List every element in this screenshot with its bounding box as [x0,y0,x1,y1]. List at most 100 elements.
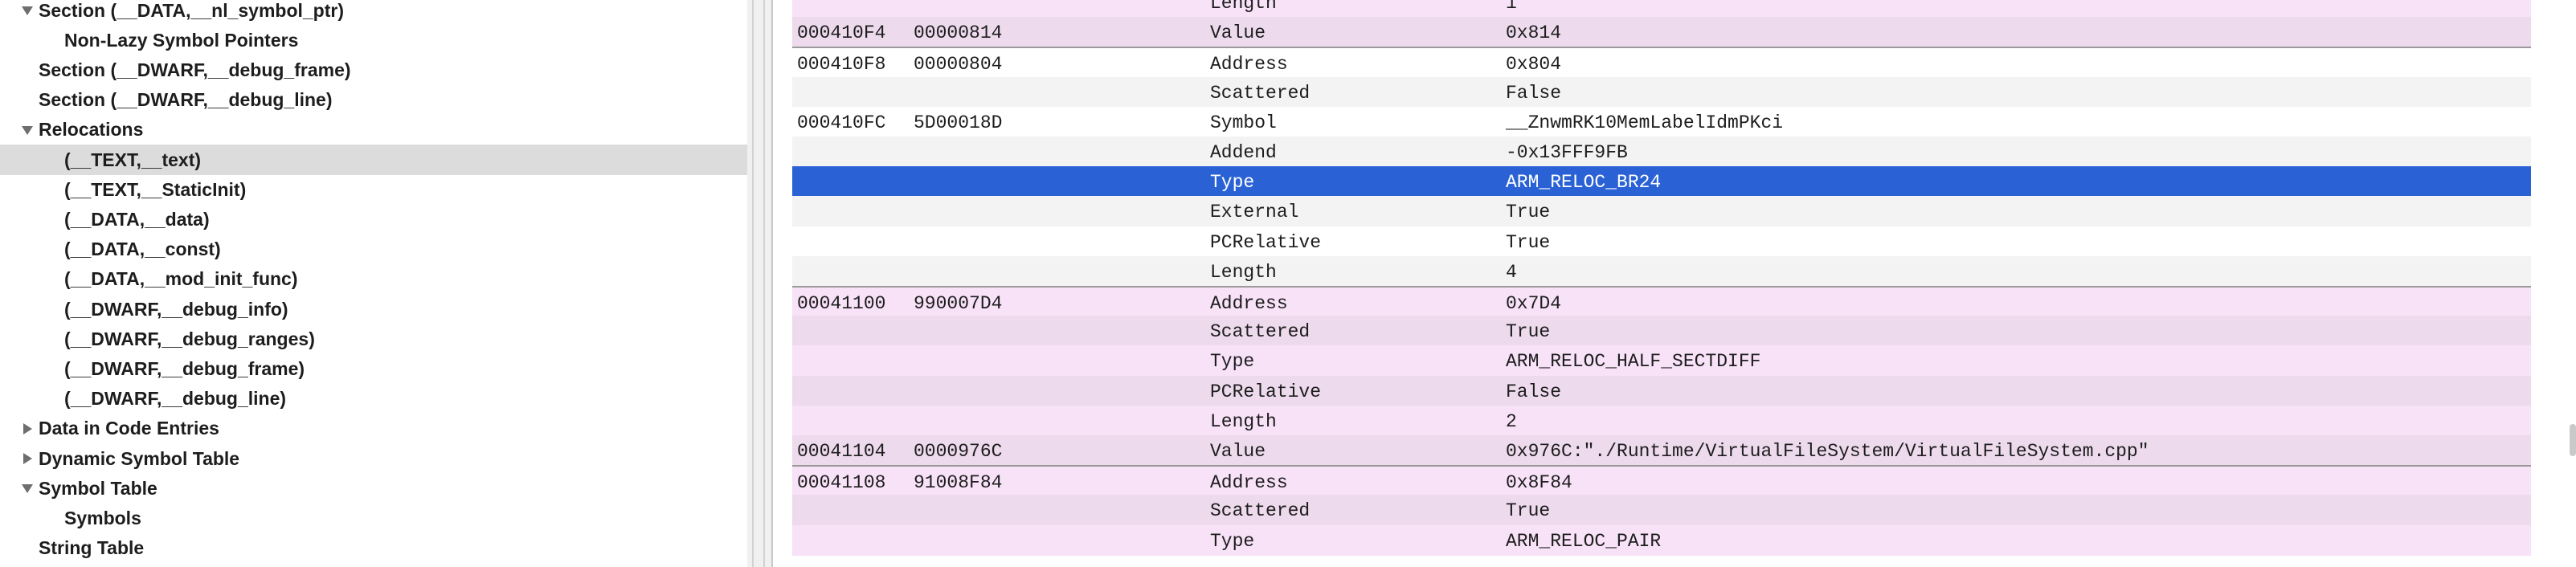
tree-item-label: Section (__DWARF,__debug_line) [39,89,333,111]
tree-item[interactable]: (__DATA,__mod_init_func) [0,264,747,295]
value-cell: 4 [1506,261,1517,283]
value-cell: False [1506,381,1562,402]
description-cell: Length [1210,410,1277,432]
offset-cell: 000410FC [797,112,886,133]
table-row[interactable]: Scattered True [792,495,2533,526]
disclosure-collapsed-icon[interactable] [19,451,35,467]
value-cell: False [1506,82,1562,104]
table-row[interactable]: Type ARM_RELOC_HALF_SECTDIFF [792,345,2533,377]
data-cell: 00000814 [914,22,1003,44]
tree-item-label: Section (__DWARF,__debug_frame) [39,59,351,80]
tree-item[interactable]: (__DATA,__const) [0,235,747,265]
outline-tree[interactable]: Section (__DATA,__nl_symbol_ptr) Non-Lazy… [0,0,747,567]
table-row[interactable]: Type ARM_RELOC_BR24 [792,166,2533,198]
value-cell: 0x8F84 [1506,472,1572,494]
tree-item-label: (__DWARF,__debug_line) [64,388,287,410]
tree-item[interactable]: (__DATA,__data) [0,204,747,235]
description-cell: Type [1210,530,1255,552]
tree-item-label: (__TEXT,__StaticInit) [64,178,247,200]
data-cell: 5D00018D [914,112,1003,133]
tree-item-label: Symbol Table [39,477,157,499]
description-cell: Addend [1210,142,1277,163]
table-row[interactable]: 000410FC 5D00018D Symbol __ZnwmRK10MemLabel… [792,106,2533,137]
description-cell: Address [1210,293,1288,314]
table-row[interactable]: Length 4 [792,255,2533,287]
disclosure-expanded-icon[interactable] [19,480,35,496]
data-cell: 0000976C [914,441,1003,462]
table-row[interactable]: Scattered False [792,76,2533,108]
description-cell: Type [1210,172,1255,194]
splitter-line [752,0,754,567]
tree-item[interactable]: (__DWARF,__debug_frame) [0,353,747,384]
value-cell: 0x814 [1506,22,1562,44]
tree-item-label: (__DATA,__data) [64,208,210,230]
table-row[interactable]: 00041100 990007D4 Address 0x7D4 [792,286,2533,318]
table-row[interactable]: PCRelative True [792,226,2533,257]
disclosure-expanded-icon[interactable] [19,122,35,138]
table-row[interactable]: External True [792,196,2533,227]
tree-item[interactable]: Data in Code Entries [0,414,747,444]
value-cell: 0x976C:"./Runtime/VirtualFileSystem/Virt… [1506,441,2149,462]
description-cell: Value [1210,22,1266,44]
description-cell: Scattered [1210,500,1310,522]
tree-item[interactable]: (__DWARF,__debug_line) [0,384,747,414]
tree-item-label: Dynamic Symbol Table [39,447,240,469]
tree-item[interactable]: (__TEXT,__text) [0,145,747,175]
tree-item[interactable]: Section (__DWARF,__debug_frame) [0,55,747,85]
value-cell: ARM_RELOC_PAIR [1506,530,1662,552]
tree-item[interactable]: (__TEXT,__StaticInit) [0,174,747,205]
tree-item[interactable]: Section (__DATA,__nl_symbol_ptr) [0,0,747,26]
table-row[interactable]: 000410F8 00000804 Address 0x804 [792,47,2533,80]
value-cell: 1 [1506,0,1517,14]
disclosure-collapsed-icon[interactable] [19,421,35,437]
table-row[interactable]: Length 2 [792,405,2533,436]
tree-item-label: (__TEXT,__text) [64,149,202,170]
tree-item[interactable]: (__DWARF,__debug_ranges) [0,324,747,354]
tree-item-label: (__DWARF,__debug_frame) [64,357,305,379]
data-cell: 00000804 [914,54,1003,75]
tree-item[interactable]: Relocations [0,115,747,145]
table-row[interactable]: Type ARM_RELOC_PAIR [792,524,2533,556]
scrollbar-thumb[interactable] [2570,424,2576,456]
table-row[interactable]: PCRelative False [792,375,2533,406]
offset-cell: 000410F8 [797,54,886,75]
tree-item-label: (__DATA,__const) [64,239,221,260]
table-row[interactable]: 00041108 91008F84 Address 0x8F84 [792,465,2533,498]
description-cell: Type [1210,351,1255,373]
table-row[interactable]: Length 1 [792,0,2533,18]
value-cell: __ZnwmRK10MemLabelIdmPKci [1506,112,1784,133]
description-cell: External [1210,202,1299,223]
tree-item-label: Relocations [39,119,144,141]
tree-item[interactable]: Non-Lazy Symbol Pointers [0,25,747,55]
tree-item-label: String Table [39,537,145,559]
table-row[interactable]: 00041104 0000976C Value 0x976C:"./Runtime/V… [792,435,2533,466]
pane-splitter[interactable] [747,0,771,567]
tree-item[interactable]: Symbol Table [0,473,747,504]
tree-item[interactable]: Dynamic Symbol Table [0,443,747,474]
value-cell: 0x7D4 [1506,293,1562,314]
tree-item-label: (__DWARF,__debug_info) [64,298,288,320]
description-cell: Symbol [1210,112,1277,133]
splitter-line [763,0,765,567]
value-cell: 0x804 [1506,54,1562,75]
value-cell: ARM_RELOC_HALF_SECTDIFF [1506,351,1761,373]
description-cell: Length [1210,0,1277,14]
description-cell: Address [1210,54,1288,75]
value-cell: -0x13FFF9FB [1506,142,1628,163]
tree-item[interactable]: String Table [0,533,747,564]
value-cell: True [1506,231,1551,253]
relocations-table[interactable]: Length 1 000410F4 00000814 Value 0x814 000410F… [771,0,2533,567]
table-row[interactable]: Scattered True [792,316,2533,347]
data-cell: 91008F84 [914,472,1003,494]
tree-item-label: Symbols [64,507,141,528]
scroll-gutter[interactable] [2531,0,2576,567]
tree-item[interactable]: Symbols [0,503,747,533]
disclosure-expanded-icon[interactable] [19,2,35,18]
tree-item[interactable]: Section (__DWARF,__debug_line) [0,85,747,116]
table-row[interactable]: Addend -0x13FFF9FB [792,137,2533,167]
description-cell: Length [1210,261,1277,283]
table-row[interactable]: 000410F4 00000814 Value 0x814 [792,17,2533,48]
description-cell: PCRelative [1210,231,1322,253]
tree-item-label: Section (__DATA,__nl_symbol_ptr) [39,0,345,21]
tree-item[interactable]: (__DWARF,__debug_info) [0,294,747,324]
